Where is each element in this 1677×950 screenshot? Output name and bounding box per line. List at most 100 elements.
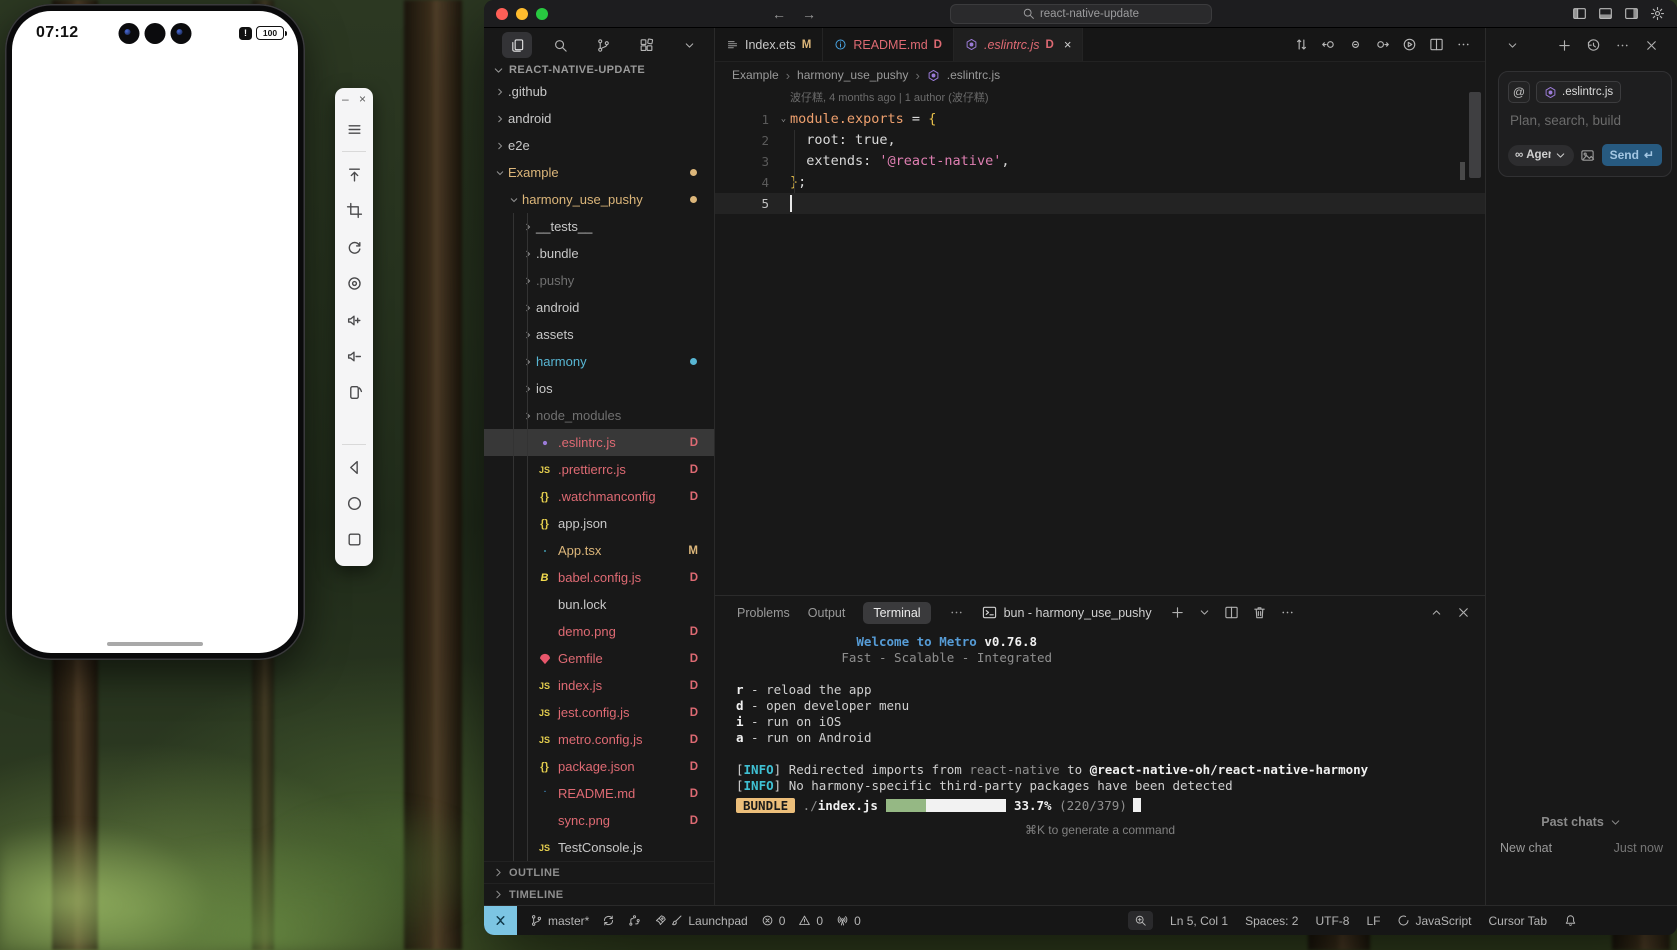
views-chevron-down-icon[interactable]	[674, 32, 704, 58]
toggle-secondary-sidebar-icon[interactable]	[1624, 6, 1639, 21]
status-item-0[interactable]: 0	[798, 914, 823, 928]
next-change-icon[interactable]	[1375, 37, 1390, 52]
more-actions-icon[interactable]	[1456, 37, 1471, 52]
tree-item-README.md[interactable]: README.mdD	[484, 780, 714, 807]
section-timeline[interactable]: TIMELINE	[484, 883, 714, 905]
tree-item-.eslintrc.js[interactable]: .eslintrc.jsD	[484, 429, 714, 456]
breadcrumb-item[interactable]: harmony_use_pushy	[797, 68, 908, 82]
tree-item-android[interactable]: android	[484, 294, 714, 321]
tree-item-bun.lock[interactable]: bun.lock	[484, 591, 714, 618]
attach-image-icon[interactable]	[1580, 148, 1595, 163]
tree-item-Example[interactable]: Example	[484, 159, 714, 186]
back-icon[interactable]	[339, 452, 369, 482]
status-item-cursor-tab[interactable]: Cursor Tab	[1489, 914, 1547, 928]
tree-item-.github[interactable]: .github	[484, 78, 714, 105]
restart-icon[interactable]	[339, 232, 369, 262]
minimize-window-button[interactable]	[516, 8, 528, 20]
terminal-dropdown-icon[interactable]	[1198, 606, 1211, 619]
source-control-compare-icon[interactable]	[1294, 37, 1309, 52]
volume-down-icon[interactable]	[339, 341, 369, 371]
remote-indicator[interactable]	[484, 906, 517, 935]
crop-icon[interactable]	[339, 196, 369, 226]
tree-item-sync.png[interactable]: sync.pngD	[484, 807, 714, 834]
new-chat-icon[interactable]	[1557, 38, 1572, 53]
editor-scrollbar[interactable]	[1469, 92, 1481, 178]
phone-screen[interactable]: 07:12 ! 100	[12, 11, 298, 653]
tree-item-App.tsx[interactable]: App.tsxM	[484, 537, 714, 564]
chat-input-card[interactable]: @ .eslintrc.js Plan, search, build ∞ Age…	[1498, 71, 1672, 177]
new-chat-entry[interactable]: New chat	[1500, 841, 1552, 855]
scroll-top-icon[interactable]	[339, 160, 369, 190]
mode-selector[interactable]: ∞ Agent	[1508, 145, 1574, 166]
tree-item-.bundle[interactable]: .bundle	[484, 240, 714, 267]
tree-item-assets[interactable]: assets	[484, 321, 714, 348]
tree-item-app.json[interactable]: {}app.json	[484, 510, 714, 537]
section-outline[interactable]: OUTLINE	[484, 861, 714, 883]
chat-chevron-down-icon[interactable]	[1506, 39, 1519, 52]
split-editor-icon[interactable]	[1429, 37, 1444, 52]
status-item-0[interactable]: 0	[761, 914, 786, 928]
source-control-view-icon[interactable]	[588, 32, 618, 58]
chat-history-icon[interactable]	[1586, 38, 1601, 53]
status-item-spaces-2[interactable]: Spaces: 2	[1245, 914, 1298, 928]
tree-item-index.js[interactable]: JSindex.jsD	[484, 672, 714, 699]
toggle-primary-sidebar-icon[interactable]	[1572, 6, 1587, 21]
status-item-utf-8[interactable]: UTF-8	[1315, 914, 1349, 928]
tree-item-jest.config.js[interactable]: JSjest.config.jsD	[484, 699, 714, 726]
tree-item-__tests__[interactable]: __tests__	[484, 213, 714, 240]
split-terminal-icon[interactable]	[1224, 605, 1239, 620]
tree-item-demo.png[interactable]: demo.pngD	[484, 618, 714, 645]
chat-placeholder[interactable]: Plan, search, build	[1510, 113, 1660, 128]
tree-item-harmony[interactable]: harmony	[484, 348, 714, 375]
phone-home-indicator[interactable]	[107, 642, 203, 647]
status-item-sync[interactable]	[602, 914, 615, 927]
status-item-launchpad[interactable]: Launchpad	[654, 914, 747, 928]
tree-item-.watchmanconfig[interactable]: {}.watchmanconfigD	[484, 483, 714, 510]
tree-item-babel.config.js[interactable]: Bbabel.config.jsD	[484, 564, 714, 591]
tree-item-metro.config.js[interactable]: JSmetro.config.jsD	[484, 726, 714, 753]
toolbar-minimize-button[interactable]: –	[342, 93, 349, 105]
status-item-ln-5-col-1[interactable]: Ln 5, Col 1	[1170, 914, 1228, 928]
tree-item-package.json[interactable]: {}package.jsonD	[484, 753, 714, 780]
editor-tab-.eslintrc.js[interactable]: .eslintrc.jsD×	[954, 28, 1083, 61]
tree-item-TestConsole.js[interactable]: JSTestConsole.js	[484, 834, 714, 861]
tree-item-ios[interactable]: ios	[484, 375, 714, 402]
tree-item-e2e[interactable]: e2e	[484, 132, 714, 159]
home-icon[interactable]	[339, 488, 369, 518]
status-item-javascript[interactable]: JavaScript	[1397, 914, 1471, 928]
tree-item-.prettierrc.js[interactable]: JS.prettierrc.jsD	[484, 456, 714, 483]
prev-change-icon[interactable]	[1321, 37, 1336, 52]
status-item-0[interactable]: 0	[836, 914, 861, 928]
tab-problems[interactable]: Problems	[737, 606, 790, 620]
recents-icon[interactable]	[339, 525, 369, 555]
tree-item-node_modules[interactable]: node_modules	[484, 402, 714, 429]
tree-item-android[interactable]: android	[484, 105, 714, 132]
nav-forward-icon[interactable]: →	[802, 6, 816, 22]
code-editor[interactable]: 波仔糕, 4 months ago | 1 author (波仔糕) 1⌄mod…	[715, 88, 1485, 595]
close-tab-icon[interactable]: ×	[1064, 37, 1072, 52]
close-chat-icon[interactable]	[1644, 38, 1659, 53]
status-item-zoom[interactable]	[1128, 911, 1153, 930]
tree-item-.pushy[interactable]: .pushy	[484, 267, 714, 294]
run-icon[interactable]	[1402, 37, 1417, 52]
breadcrumb-item[interactable]: Example	[732, 68, 779, 82]
gear-icon[interactable]	[1650, 6, 1665, 21]
nav-back-icon[interactable]: ←	[772, 6, 786, 22]
status-item-lf[interactable]: LF	[1366, 914, 1380, 928]
explorer-root-header[interactable]: REACT-NATIVE-UPDATE	[484, 62, 714, 78]
past-chats-toggle[interactable]: Past chats	[1486, 815, 1677, 829]
screenshot-icon[interactable]	[339, 269, 369, 299]
status-item-graph[interactable]	[628, 914, 641, 927]
status-item-bell[interactable]	[1564, 914, 1577, 927]
terminal-tab[interactable]: bun - harmony_use_pushy	[982, 605, 1152, 620]
add-context-button[interactable]: @	[1508, 81, 1530, 103]
extensions-view-icon[interactable]	[631, 32, 661, 58]
rotate-device-icon[interactable]	[339, 378, 369, 408]
breadcrumb-file[interactable]: .eslintrc.js	[947, 68, 1000, 82]
toggle-panel-icon[interactable]	[1598, 6, 1613, 21]
search-view-icon[interactable]	[545, 32, 575, 58]
editor-tab-README.md[interactable]: README.mdD	[823, 28, 954, 61]
status-item-master-[interactable]: master*	[530, 914, 589, 928]
new-terminal-icon[interactable]	[1170, 605, 1185, 620]
chat-history-row[interactable]: New chat Just now	[1500, 841, 1663, 855]
